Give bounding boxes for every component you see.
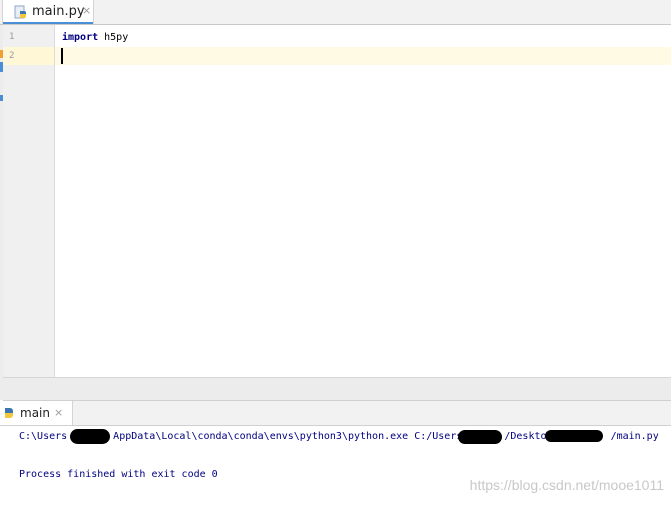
line-number: 1 — [9, 32, 15, 42]
code-editor[interactable]: import h5py — [55, 25, 671, 377]
python-run-icon — [5, 408, 13, 418]
editor-tab-bar: main.py × — [0, 0, 671, 25]
text-caret — [61, 48, 63, 64]
run-tab-bar: main × — [0, 401, 671, 426]
console-segment: /main.py — [610, 431, 659, 442]
watermark: https://blog.csdn.net/mooe1011 — [469, 477, 664, 493]
tab-main-py[interactable]: main.py × — [2, 0, 94, 24]
redaction-mark — [70, 429, 110, 444]
line-number: 2 — [9, 51, 15, 61]
close-icon[interactable]: × — [54, 407, 63, 419]
console-segment: AppData\Local\conda\conda\envs\python3\p… — [113, 431, 463, 442]
close-icon[interactable]: × — [82, 5, 91, 17]
active-tab-indicator — [3, 22, 93, 24]
redaction-mark — [545, 430, 603, 442]
python-file-icon — [14, 5, 26, 19]
code-line-1[interactable]: import h5py — [62, 32, 128, 43]
module-name: h5py — [98, 32, 129, 43]
current-line-highlight — [55, 47, 671, 65]
tab-label: main.py — [32, 4, 85, 19]
run-console[interactable]: C:\Users AppData\Local\conda\conda\envs\p… — [0, 426, 671, 508]
line-number-gutter: 1 2 — [3, 25, 55, 377]
keyword-import: import — [62, 32, 99, 43]
redaction-mark — [458, 430, 502, 444]
console-exit-message: Process finished with exit code 0 — [19, 469, 218, 480]
run-tab-label: main — [20, 406, 50, 420]
console-segment: C:\Users — [19, 431, 68, 442]
tab-run-main[interactable]: main × — [0, 401, 73, 425]
editor-splitter[interactable] — [3, 377, 671, 401]
